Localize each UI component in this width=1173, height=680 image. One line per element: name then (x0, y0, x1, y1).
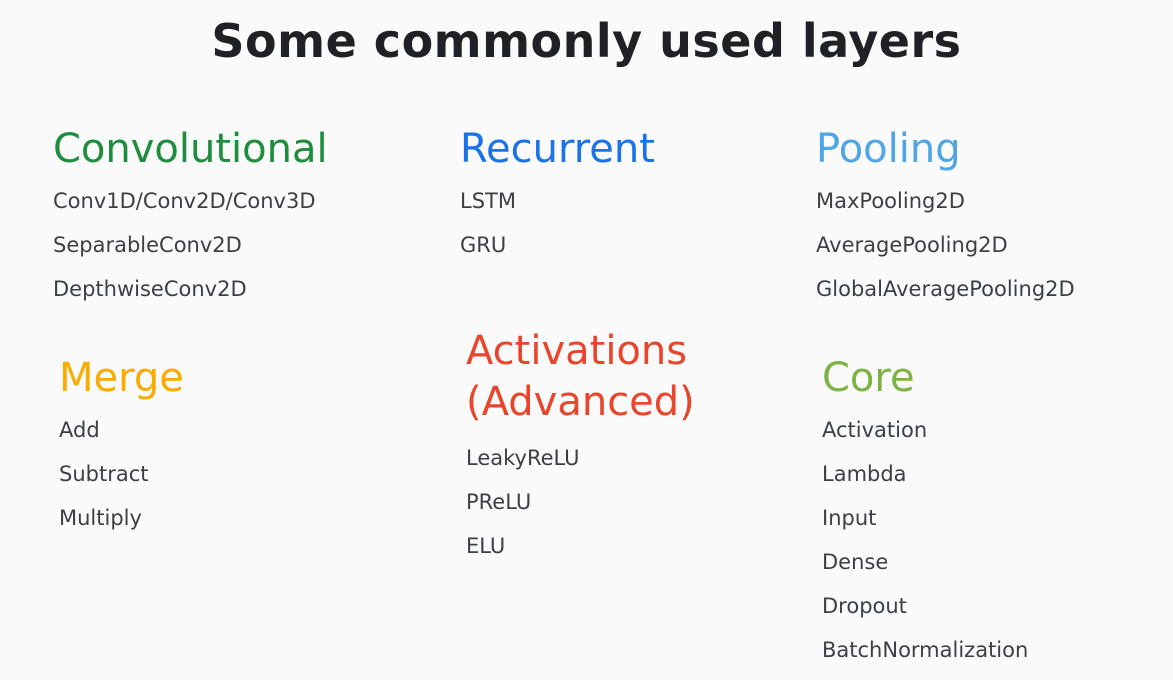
convolutional-group: Convolutional Conv1D/Conv2D/Conv3D Separ… (53, 123, 328, 311)
recurrent-group: Recurrent LSTM GRU (460, 123, 655, 267)
merge-group: Merge Add Subtract Multiply (59, 352, 184, 540)
layer-item: LeakyReLU (466, 446, 580, 470)
core-heading: Core (822, 355, 915, 401)
activations-group: Activations (Advanced) LeakyReLU PReLU E… (466, 326, 695, 568)
activations-heading-line1: Activations (466, 328, 688, 374)
layer-item: GlobalAveragePooling2D (816, 277, 1075, 301)
core-group: Core Activation Lambda Input Dense Dropo… (822, 352, 1028, 672)
layer-item: Subtract (59, 462, 149, 486)
layer-item: PReLU (466, 490, 532, 514)
activations-heading-line2: (Advanced) (466, 379, 695, 425)
merge-heading: Merge (59, 355, 184, 401)
layer-item: AveragePooling2D (816, 233, 1008, 257)
layer-item: Dense (822, 550, 889, 574)
convolutional-heading: Convolutional (53, 126, 328, 172)
layer-item: Input (822, 506, 877, 530)
pooling-heading: Pooling (816, 126, 961, 172)
layer-item: Lambda (822, 462, 907, 486)
layer-item: LSTM (460, 189, 516, 213)
layer-item: BatchNormalization (822, 638, 1029, 662)
layer-item: Add (59, 418, 100, 442)
recurrent-heading: Recurrent (460, 126, 655, 172)
slide-title: Some commonly used layers (211, 14, 962, 68)
layer-item: ELU (466, 534, 506, 558)
layer-item: Multiply (59, 506, 142, 530)
layer-item: Activation (822, 418, 928, 442)
layer-item: MaxPooling2D (816, 189, 965, 213)
layer-item: DepthwiseConv2D (53, 277, 247, 301)
layer-item: SeparableConv2D (53, 233, 242, 257)
layer-item: Conv1D/Conv2D/Conv3D (53, 189, 316, 213)
pooling-group: Pooling MaxPooling2D AveragePooling2D Gl… (816, 123, 1075, 311)
activations-heading: Activations (Advanced) (466, 326, 695, 428)
layer-item: Dropout (822, 594, 907, 618)
layer-item: GRU (460, 233, 507, 257)
